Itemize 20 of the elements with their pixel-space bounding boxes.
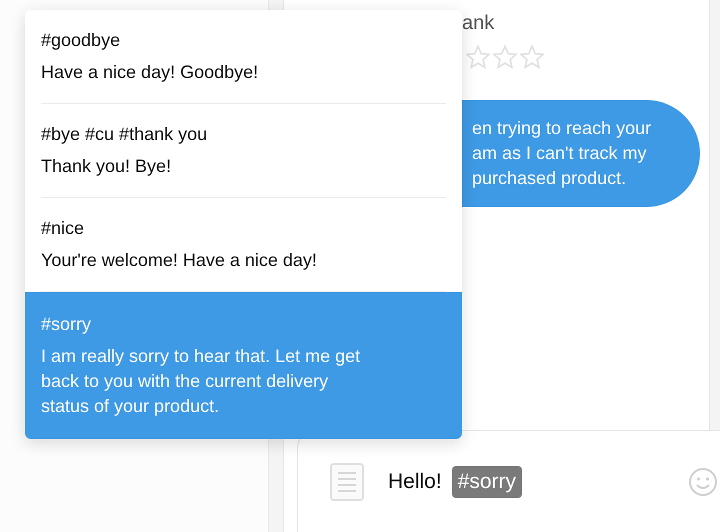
- suggestion-tag: #nice: [41, 216, 446, 240]
- hashtag-chip: #sorry: [452, 466, 522, 498]
- suggestion-tag: #bye #cu #thank you: [41, 122, 446, 146]
- message-composer[interactable]: Hello! #sorry: [297, 430, 720, 532]
- empty-star-icon: [493, 45, 517, 69]
- suggestion-text: Thank you! Bye!: [41, 155, 172, 178]
- message-bubble: en trying to reach your am as I can't track my purchased product.: [462, 100, 700, 207]
- suggestion-text: Have a nice day! Goodbye!: [41, 61, 260, 84]
- suggestion-text: Your're welcome! Have a nice day!: [41, 249, 318, 272]
- message-text: Hello!: [388, 470, 442, 494]
- empty-star-icon: [520, 45, 544, 69]
- document-icon[interactable]: [330, 462, 364, 500]
- suggestion-text: I am really sorry to hear that. Let me get back to you with the current delivery status of your product.: [41, 345, 362, 418]
- suggestion-item[interactable]: #bye #cu #thank you Thank you! Bye!: [25, 104, 462, 198]
- suggestion-tag: #goodbye: [41, 28, 446, 52]
- suggestion-tag: #sorry: [41, 312, 446, 336]
- emoji-icon[interactable]: [688, 466, 718, 496]
- empty-star-icon: [466, 45, 490, 69]
- suggestion-item[interactable]: #goodbye Have a nice day! Goodbye!: [25, 10, 462, 104]
- contact-name: ank: [462, 12, 496, 35]
